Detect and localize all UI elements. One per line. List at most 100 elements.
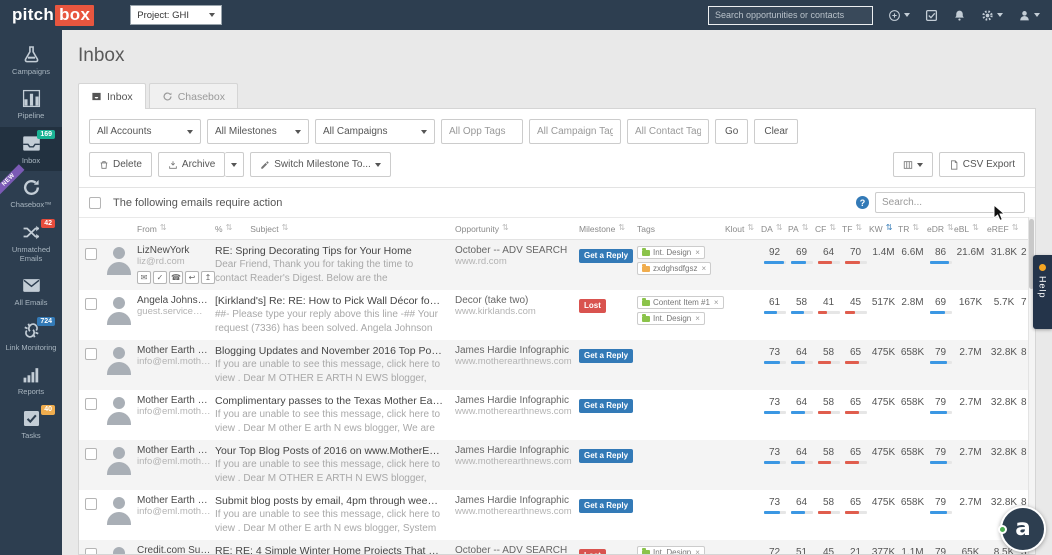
table-row[interactable]: Credit.com Supportsupport@credit.zendes.… [79, 540, 1035, 554]
contact-tags-input[interactable] [627, 119, 709, 144]
sidebar-item-inbox[interactable]: 169Inbox [0, 127, 62, 171]
row-checkbox[interactable] [85, 398, 97, 410]
column-header-kw[interactable]: KW⇅ [869, 224, 898, 234]
sort-icon[interactable]: ⇅ [947, 224, 954, 232]
milestone-badge[interactable]: Get a Reply [579, 399, 633, 413]
pitchbox-logo[interactable]: pitch box [12, 5, 94, 26]
columns-button[interactable] [893, 152, 933, 177]
opportunity-url[interactable]: www.motherearthnews.com [455, 456, 579, 467]
clear-button[interactable]: Clear [754, 119, 798, 144]
project-select[interactable]: Project: GHI [130, 5, 222, 25]
campaign-tags-input[interactable] [529, 119, 621, 144]
column-header-milestone[interactable]: Milestone⇅ [579, 224, 637, 234]
sidebar-item-pipeline[interactable]: Pipeline [0, 82, 62, 126]
milestone-badge[interactable]: Lost [579, 299, 606, 313]
sort-icon[interactable]: ⇅ [282, 224, 289, 232]
column-header-eref[interactable]: eREF⇅ [987, 224, 1021, 234]
column-header-cf[interactable]: CF⇅ [815, 224, 842, 234]
column-header-subject[interactable]: Subject⇅ [250, 224, 288, 234]
sort-icon[interactable]: ⇅ [618, 224, 625, 232]
sort-icon[interactable]: ⇅ [972, 224, 979, 232]
archive-dropdown-button[interactable] [225, 152, 244, 177]
select-all-checkbox[interactable] [89, 197, 101, 209]
tag-pill[interactable]: Int. Design× [637, 312, 705, 325]
sort-icon[interactable]: ⇅ [802, 224, 809, 232]
help-tab[interactable]: Help [1033, 255, 1052, 329]
from-name[interactable]: Mother Earth News [137, 445, 215, 456]
info-icon[interactable]: ? [856, 196, 869, 209]
table-row[interactable]: Mother Earth Newsinfo@eml.motherearthn..… [79, 490, 1035, 540]
sort-icon[interactable]: ⇅ [160, 224, 167, 232]
from-name[interactable]: LizNewYork [137, 245, 215, 256]
from-name[interactable]: Angela Johnson (Kirkla... [137, 295, 215, 306]
table-row[interactable]: Mother Earth Newsinfo@eml.motherearthn..… [79, 390, 1035, 440]
bell-icon[interactable] [953, 9, 966, 22]
sort-icon[interactable]: ⇅ [776, 224, 783, 232]
sort-icon[interactable]: ⇅ [226, 224, 233, 232]
row-checkbox[interactable] [85, 498, 97, 510]
column-header--[interactable]: %⇅ [215, 224, 232, 234]
email-subject[interactable]: [Kirkland's] Re: RE: How to Pick Wall Dé… [215, 295, 455, 307]
phone-icon[interactable]: ☎ [169, 271, 183, 284]
email-subject[interactable]: Submit blog posts by email, 4pm through … [215, 495, 455, 507]
sort-icon[interactable]: ⇅ [747, 224, 754, 232]
table-row[interactable]: Mother Earth Newsinfo@eml.motherearthn..… [79, 340, 1035, 390]
row-checkbox[interactable] [85, 448, 97, 460]
archive-button[interactable]: Archive [158, 152, 225, 177]
column-header-da[interactable]: DA⇅ [761, 224, 788, 234]
opportunity-url[interactable]: www.motherearthnews.com [455, 356, 579, 367]
tab-chasebox[interactable]: Chasebox [149, 83, 238, 109]
from-name[interactable]: Mother Earth News [137, 495, 215, 506]
column-header-tags[interactable]: Tags [637, 224, 725, 234]
opportunity-url[interactable]: www.motherearthnews.com [455, 506, 579, 517]
milestone-badge[interactable]: Lost [579, 549, 606, 554]
milestone-badge[interactable]: Get a Reply [579, 249, 633, 263]
delete-button[interactable]: Delete [89, 152, 152, 177]
chat-widget-button[interactable]: a [1000, 506, 1046, 552]
gear-icon[interactable] [981, 9, 1003, 22]
remove-tag-icon[interactable]: × [701, 264, 706, 273]
milestone-badge[interactable]: Get a Reply [579, 499, 633, 513]
sort-icon[interactable]: ⇅ [886, 224, 893, 232]
add-icon[interactable] [888, 9, 910, 22]
email-subject[interactable]: RE: RE: 4 Simple Winter Home Projects Th… [215, 545, 455, 554]
sort-icon[interactable]: ⇅ [855, 224, 862, 232]
table-search-input[interactable] [875, 192, 1025, 213]
opportunity-url[interactable]: www.motherearthnews.com [455, 406, 579, 417]
tab-inbox[interactable]: Inbox [78, 83, 146, 109]
sort-icon[interactable]: ⇅ [829, 224, 836, 232]
email-subject[interactable]: RE: Spring Decorating Tips for Your Home [215, 245, 455, 257]
opportunity-url[interactable]: www.kirklands.com [455, 306, 579, 317]
table-row[interactable]: LizNewYorkliz@rd.com✉✓☎↩↥RE: Spring Deco… [79, 240, 1035, 290]
column-header-tf[interactable]: TF⇅ [842, 224, 869, 234]
sidebar-item-unmatched-emails[interactable]: 42Unmatched Emails [0, 216, 62, 270]
column-header-opportunity[interactable]: Opportunity⇅ [455, 224, 579, 234]
from-name[interactable]: Mother Earth News [137, 345, 215, 356]
email-subject[interactable]: Your Top Blog Posts of 2016 on www.Mothe… [215, 445, 455, 457]
tag-pill[interactable]: Int. Design× [637, 546, 705, 554]
row-checkbox[interactable] [85, 298, 97, 310]
sidebar-item-link-monitoring[interactable]: 724Link Monitoring [0, 314, 62, 358]
email-subject[interactable]: Blogging Updates and November 2016 Top P… [215, 345, 455, 357]
export-icon[interactable]: ↥ [201, 271, 215, 284]
tag-pill[interactable]: Int. Design× [637, 246, 705, 259]
opp-tags-input[interactable] [441, 119, 523, 144]
column-header-edr[interactable]: eDR⇅ [927, 224, 954, 234]
user-icon[interactable] [1018, 9, 1040, 22]
opportunity-name[interactable]: Decor (take two) [455, 295, 579, 306]
go-button[interactable]: Go [715, 119, 748, 144]
table-row[interactable]: Angela Johnson (Kirkla...guest.service@k… [79, 290, 1035, 340]
column-header-ebl[interactable]: eBL⇅ [954, 224, 987, 234]
sidebar-item-campaigns[interactable]: Campaigns [0, 38, 62, 82]
opportunity-url[interactable]: www.rd.com [455, 256, 579, 267]
row-checkbox[interactable] [85, 248, 97, 260]
opportunity-name[interactable]: October -- ADV SEARCH [455, 545, 579, 554]
sort-icon[interactable]: ⇅ [1012, 224, 1019, 232]
tag-pill[interactable]: zxdghsdfgsz× [637, 262, 711, 275]
column-header-pa[interactable]: PA⇅ [788, 224, 815, 234]
remove-tag-icon[interactable]: × [714, 298, 719, 307]
opportunity-name[interactable]: James Hardie Infographic [455, 395, 579, 406]
column-header-klout[interactable]: Klout⇅ [725, 224, 761, 234]
email-subject[interactable]: Complimentary passes to the Texas Mother… [215, 395, 455, 407]
column-header-tr[interactable]: TR⇅ [898, 224, 927, 234]
